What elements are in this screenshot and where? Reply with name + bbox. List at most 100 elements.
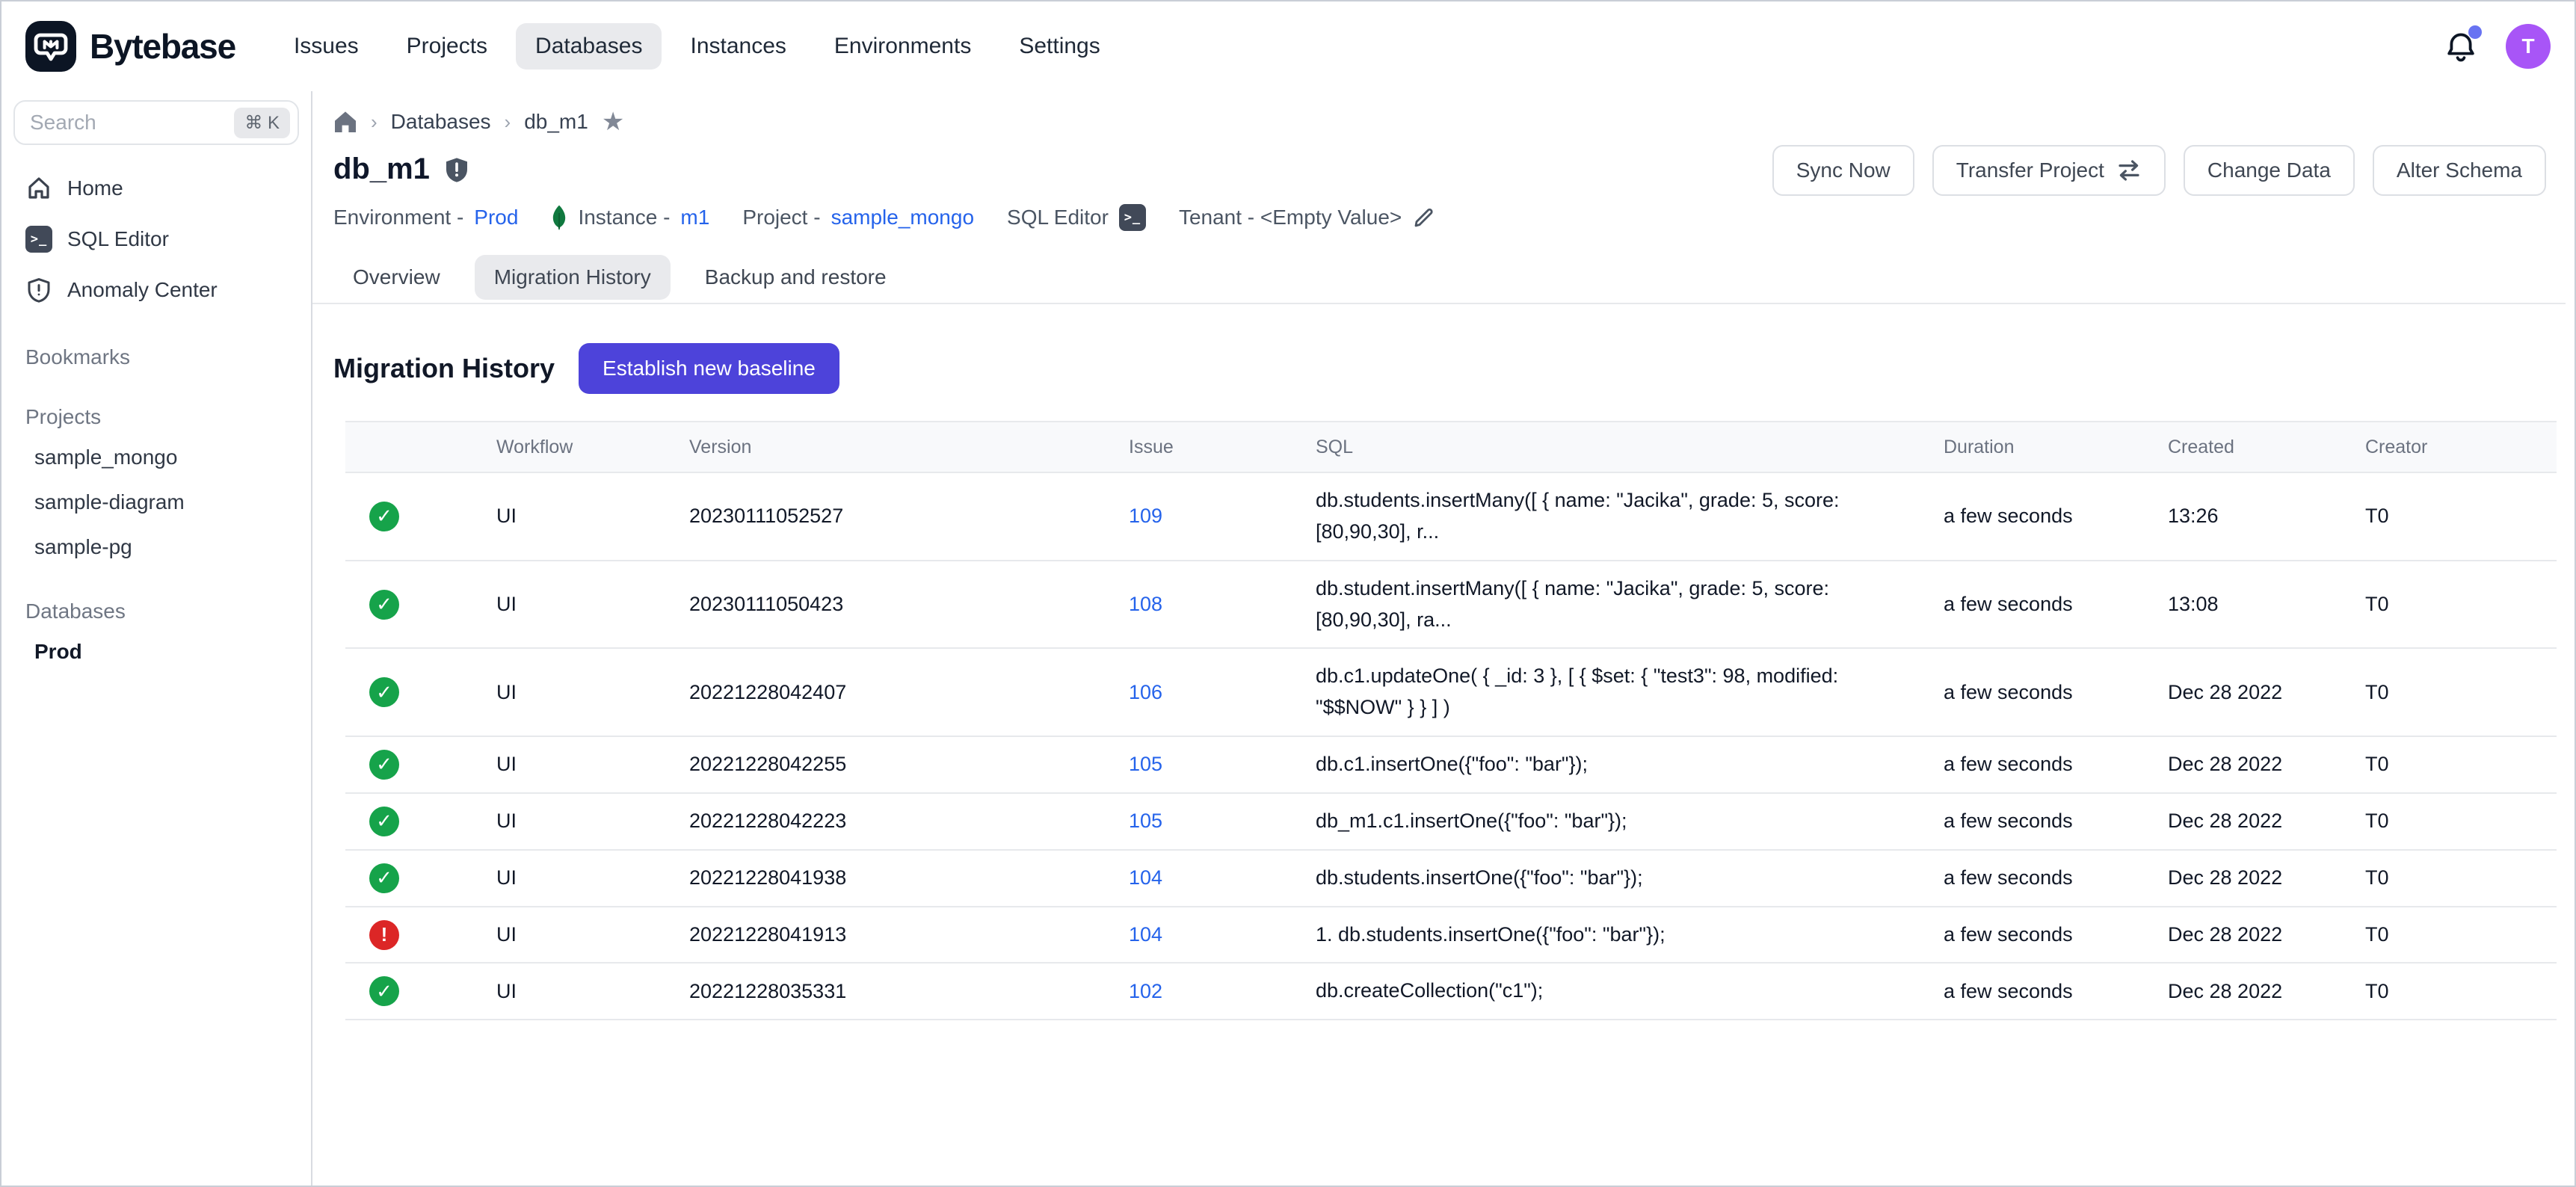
table-row[interactable]: ✓ UI 20221228042407 106 db.c1.updateOne(… (345, 648, 2557, 736)
col-duration: Duration (1920, 422, 2144, 472)
sidebar-project-sample-diagram[interactable]: sample-diagram (13, 480, 299, 525)
workflow-cell: UI (472, 648, 665, 736)
sql-cell: 1. db.students.insertOne({"foo": "bar"})… (1292, 907, 1920, 964)
nav-item-databases[interactable]: Databases (516, 23, 662, 70)
avatar[interactable]: T (2506, 24, 2551, 69)
brand-name: Bytebase (90, 26, 235, 67)
breadcrumb-current[interactable]: db_m1 (524, 110, 588, 134)
version-cell: 20221228042407 (665, 648, 1105, 736)
bookmark-star-icon[interactable]: ★ (602, 109, 624, 135)
sync-now-button[interactable]: Sync Now (1772, 145, 1914, 196)
sidebar-section-projects: Projects (13, 399, 299, 435)
search-shortcut-kbd: ⌘ K (234, 108, 290, 138)
creator-cell: T0 (2341, 472, 2557, 561)
version-cell: 20221228035331 (665, 963, 1105, 1020)
instance-link[interactable]: m1 (680, 206, 709, 229)
duration-cell: a few seconds (1920, 561, 2144, 649)
shield-alert-filled-icon (443, 156, 470, 183)
created-cell: Dec 28 2022 (2144, 850, 2341, 907)
nav-item-instances[interactable]: Instances (671, 23, 805, 70)
sql-cell: db_m1.c1.insertOne({"foo": "bar"}); (1292, 793, 1920, 850)
duration-cell: a few seconds (1920, 850, 2144, 907)
sidebar-item-anomaly-center[interactable]: Anomaly Center (13, 265, 299, 315)
created-cell: Dec 28 2022 (2144, 793, 2341, 850)
created-cell: 13:08 (2144, 561, 2341, 649)
version-cell: 20230111050423 (665, 561, 1105, 649)
issue-link[interactable]: 108 (1129, 593, 1162, 615)
col-creator: Creator (2341, 422, 2557, 472)
version-cell: 20230111052527 (665, 472, 1105, 561)
breadcrumb: › Databases › db_m1 ★ (333, 109, 2546, 135)
search-box[interactable]: ⌘ K (13, 100, 299, 145)
issue-link[interactable]: 109 (1129, 505, 1162, 527)
nav-item-environments[interactable]: Environments (815, 23, 990, 70)
top-nav: Bytebase Issues Projects Databases Insta… (1, 1, 2575, 91)
workflow-cell: UI (472, 736, 665, 793)
database-meta-row: Environment - Prod Instance - m1 (333, 204, 2546, 231)
workflow-cell: UI (472, 561, 665, 649)
alter-schema-button[interactable]: Alter Schema (2373, 145, 2546, 196)
meta-sql-editor[interactable]: SQL Editor >_ (1007, 204, 1146, 231)
app-window: Bytebase Issues Projects Databases Insta… (0, 0, 2576, 1187)
table-row[interactable]: ✓ UI 20230111050423 108 db.student.inser… (345, 561, 2557, 649)
success-icon: ✓ (369, 976, 399, 1006)
table-row[interactable]: ! UI 20221228041913 104 1. db.students.i… (345, 907, 2557, 964)
nav-item-settings[interactable]: Settings (999, 23, 1119, 70)
version-cell: 20221228041938 (665, 850, 1105, 907)
table-row[interactable]: ✓ UI 20221228035331 102 db.createCollect… (345, 963, 2557, 1020)
workflow-cell: UI (472, 793, 665, 850)
table-row[interactable]: ✓ UI 20230111052527 109 db.students.inse… (345, 472, 2557, 561)
issue-link[interactable]: 102 (1129, 980, 1162, 1002)
breadcrumb-databases[interactable]: Databases (391, 110, 491, 134)
sidebar-project-sample-mongo[interactable]: sample_mongo (13, 435, 299, 480)
col-issue: Issue (1105, 422, 1292, 472)
sidebar-database-prod[interactable]: Prod (13, 629, 299, 674)
created-cell: Dec 28 2022 (2144, 907, 2341, 964)
bytebase-logo[interactable]: Bytebase (25, 21, 235, 72)
duration-cell: a few seconds (1920, 736, 2144, 793)
change-data-button[interactable]: Change Data (2184, 145, 2355, 196)
issue-link[interactable]: 105 (1129, 753, 1162, 775)
table-row[interactable]: ✓ UI 20221228042255 105 db.c1.insertOne(… (345, 736, 2557, 793)
created-cell: Dec 28 2022 (2144, 736, 2341, 793)
creator-cell: T0 (2341, 736, 2557, 793)
bytebase-logo-icon (25, 21, 76, 72)
breadcrumb-chevron-icon: › (505, 111, 511, 134)
transfer-project-button[interactable]: Transfer Project (1932, 145, 2166, 196)
success-icon: ✓ (369, 590, 399, 620)
table-row[interactable]: ✓ UI 20221228041938 104 db.students.inse… (345, 850, 2557, 907)
sql-cell: db.c1.insertOne({"foo": "bar"}); (1292, 736, 1920, 793)
col-status (345, 422, 472, 472)
sidebar-project-sample-pg[interactable]: sample-pg (13, 525, 299, 570)
breadcrumb-home-icon[interactable] (333, 110, 357, 134)
sidebar-item-sql-editor[interactable]: >_ SQL Editor (13, 214, 299, 265)
establish-baseline-button[interactable]: Establish new baseline (579, 343, 839, 394)
tab-backup-and-restore[interactable]: Backup and restore (685, 255, 906, 300)
issue-link[interactable]: 104 (1129, 923, 1162, 946)
table-row[interactable]: ✓ UI 20221228042223 105 db_m1.c1.insertO… (345, 793, 2557, 850)
main-content: › Databases › db_m1 ★ db_m1 (312, 91, 2575, 1186)
terminal-icon: >_ (25, 226, 52, 253)
sidebar-item-home[interactable]: Home (13, 163, 299, 214)
tab-migration-history[interactable]: Migration History (475, 255, 671, 300)
notification-bell-icon[interactable] (2443, 28, 2479, 64)
nav-item-issues[interactable]: Issues (274, 23, 378, 70)
nav-item-projects[interactable]: Projects (387, 23, 507, 70)
issue-link[interactable]: 104 (1129, 866, 1162, 889)
creator-cell: T0 (2341, 793, 2557, 850)
creator-cell: T0 (2341, 850, 2557, 907)
error-icon: ! (369, 920, 399, 950)
tab-overview[interactable]: Overview (333, 255, 460, 300)
creator-cell: T0 (2341, 561, 2557, 649)
creator-cell: T0 (2341, 648, 2557, 736)
environment-link[interactable]: Prod (474, 206, 518, 229)
issue-link[interactable]: 105 (1129, 810, 1162, 832)
search-input[interactable] (30, 111, 234, 135)
terminal-icon: >_ (1119, 204, 1146, 231)
issue-link[interactable]: 106 (1129, 681, 1162, 703)
success-icon: ✓ (369, 807, 399, 836)
project-link[interactable]: sample_mongo (831, 206, 974, 229)
sidebar-item-label: SQL Editor (67, 227, 169, 251)
pencil-icon[interactable] (1412, 206, 1436, 229)
notification-dot (2468, 25, 2482, 39)
